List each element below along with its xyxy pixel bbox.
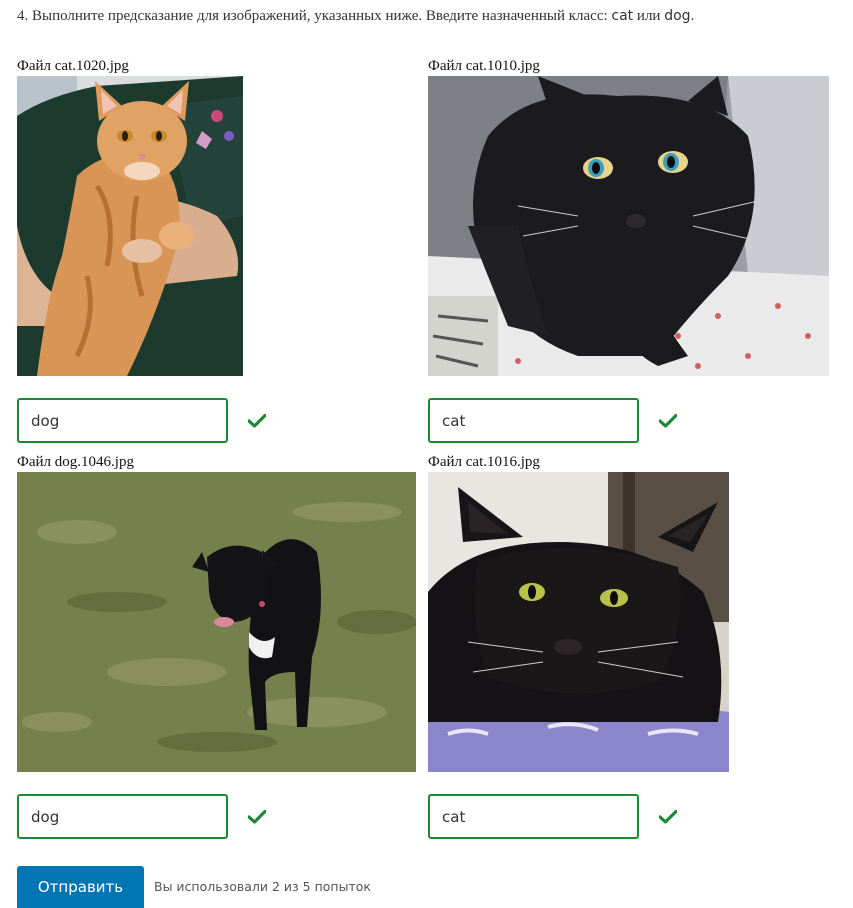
- answer-input[interactable]: [17, 398, 228, 443]
- answer-row: [17, 398, 267, 443]
- answer-row: [428, 794, 678, 839]
- prediction-item-3: Файл dog.1046.jpg: [17, 454, 437, 839]
- answer-input[interactable]: [428, 794, 639, 839]
- answer-input[interactable]: [17, 794, 228, 839]
- answer-row: [428, 398, 678, 443]
- question-text: 4. Выполните предсказание для изображени…: [17, 8, 694, 25]
- class-dog: dog: [664, 8, 691, 24]
- attempts-counter: Вы использовали 2 из 5 попыток: [154, 879, 371, 894]
- file-label: Файл cat.1010.jpg: [428, 58, 540, 74]
- question-suffix: .: [690, 8, 695, 24]
- checkmark-icon: [247, 809, 267, 824]
- photo-black-cat-cage: [428, 76, 829, 376]
- question-separator: или: [633, 8, 665, 24]
- file-label: Файл dog.1046.jpg: [17, 454, 134, 470]
- photo-black-cat-blanket: [428, 472, 729, 772]
- file-label: Файл cat.1020.jpg: [17, 58, 129, 74]
- prediction-item-4: Файл cat.1016.jpg: [428, 454, 848, 839]
- checkmark-icon: [658, 413, 678, 428]
- photo-orange-cat: [17, 76, 243, 376]
- photo-black-puppy: [17, 472, 416, 772]
- class-cat: cat: [611, 8, 634, 24]
- submit-button[interactable]: Отправить: [17, 866, 144, 908]
- file-label: Файл cat.1016.jpg: [428, 454, 540, 470]
- question-prefix: 4. Выполните предсказание для изображени…: [17, 8, 612, 24]
- answer-input[interactable]: [428, 398, 639, 443]
- prediction-item-2: Файл cat.1010.jpg: [428, 58, 848, 443]
- checkmark-icon: [658, 809, 678, 824]
- answer-row: [17, 794, 267, 839]
- checkmark-icon: [247, 413, 267, 428]
- prediction-item-1: Файл cat.1020.jpg: [17, 58, 437, 443]
